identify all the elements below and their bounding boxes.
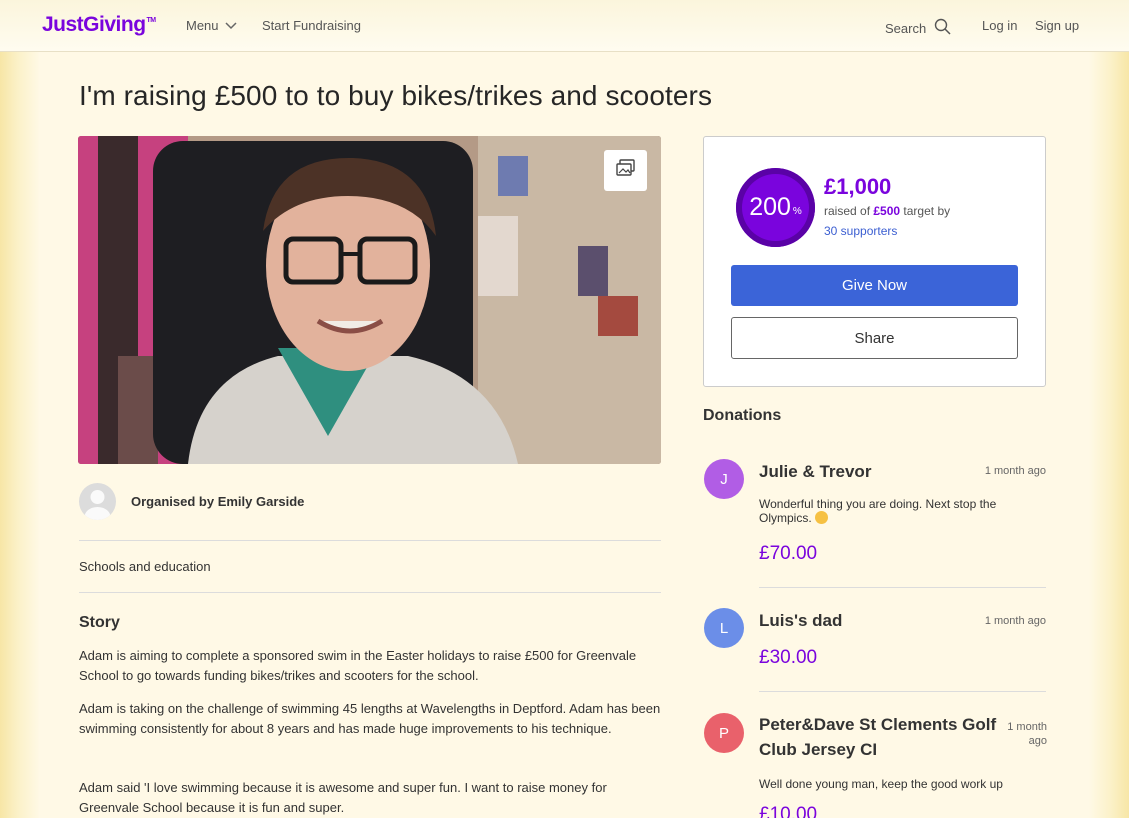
fundraiser-photo[interactable] <box>78 136 661 464</box>
supporters-link[interactable]: 30 supporters <box>824 224 897 238</box>
divider <box>79 540 661 541</box>
organiser-name: Organised by Emily Garside <box>131 494 305 509</box>
donation-amount: £10.00 <box>759 804 818 818</box>
raised-suffix: target by <box>903 204 951 218</box>
give-now-button[interactable]: Give Now <box>731 265 1018 306</box>
raised-amount: £1,000 <box>824 174 892 199</box>
donation-divider <box>759 691 1046 692</box>
top-nav-bar: JustGivingTM Menu Start Fundraising Sear… <box>0 0 1129 52</box>
donor-avatar: P <box>704 713 744 753</box>
donor-avatar: L <box>704 608 744 648</box>
raised-summary: raised of £500 target by <box>824 204 950 218</box>
donation-message-text: Wonderful thing you are doing. Next stop… <box>759 497 997 525</box>
target-amount: £500 <box>873 204 901 218</box>
story-paragraph: Adam is aiming to complete a sponsored s… <box>79 648 637 683</box>
donation-amount: £70.00 <box>759 543 818 564</box>
search-button[interactable]: Search <box>885 18 951 38</box>
gallery-button[interactable] <box>604 150 647 191</box>
donation-message: Wonderful thing you are doing. Next stop… <box>759 497 1046 525</box>
raised-prefix: raised of <box>824 204 871 218</box>
donation-time: 1 month ago <box>984 615 1046 627</box>
fundraising-card: 200 % £1,000 raised of £500 target by 30… <box>703 136 1046 387</box>
signup-link[interactable]: Sign up <box>1035 18 1079 33</box>
chevron-down-icon <box>225 18 237 33</box>
progress-percent-badge: 200 % <box>736 168 815 247</box>
story-heading: Story <box>79 614 120 631</box>
login-link[interactable]: Log in <box>982 18 1017 33</box>
donor-avatar: J <box>704 459 744 499</box>
search-icon <box>934 18 951 38</box>
share-button[interactable]: Share <box>731 317 1018 359</box>
fundraiser-photo-illustration <box>78 136 661 464</box>
page-title: I'm raising £500 to to buy bikes/trikes … <box>79 80 713 111</box>
category-label[interactable]: Schools and education <box>79 559 211 574</box>
donations-heading: Donations <box>703 407 782 424</box>
divider <box>79 592 661 593</box>
organiser-avatar[interactable] <box>79 483 116 520</box>
donation-time: 1 month ago <box>1007 721 1047 747</box>
organiser-row: Organised by Emily Garside <box>79 483 304 520</box>
percent-sign: % <box>792 206 802 217</box>
donation-time: 1 month ago <box>984 465 1046 477</box>
search-label: Search <box>885 20 927 36</box>
story-paragraph: Adam is taking on the challenge of swimm… <box>79 701 661 736</box>
gallery-icon <box>615 159 636 182</box>
donor-name: Luis's dad <box>759 611 843 630</box>
donor-name: Peter&Dave St Clements Golf Club Jersey … <box>759 715 997 759</box>
menu-label: Menu <box>186 18 219 33</box>
donation-divider <box>759 587 1046 588</box>
donation-amount: £30.00 <box>759 647 818 668</box>
percent-value: 200 <box>749 193 791 221</box>
emoji-icon <box>815 511 829 524</box>
donor-name: Julie & Trevor <box>759 462 872 481</box>
menu-button[interactable]: Menu <box>186 18 237 33</box>
story-paragraph: Adam said 'I love swimming because it is… <box>79 780 607 815</box>
start-fundraising-link[interactable]: Start Fundraising <box>262 18 361 33</box>
justgiving-logo[interactable]: JustGivingTM <box>42 13 156 37</box>
donation-message: Well done young man, keep the good work … <box>759 777 1003 791</box>
